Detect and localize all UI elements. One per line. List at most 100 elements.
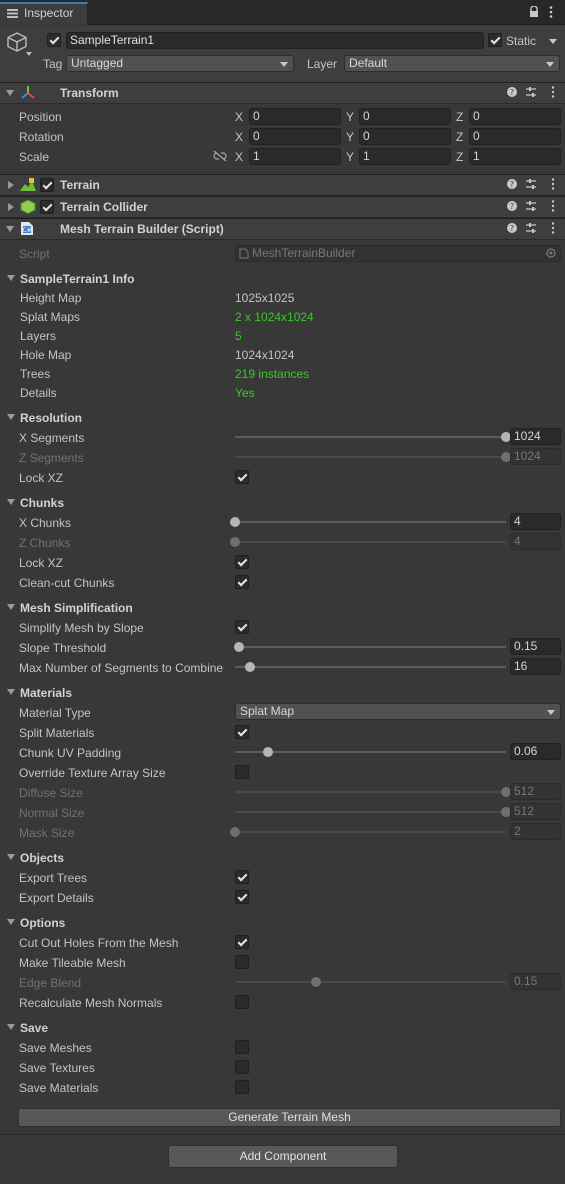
foldout-arrow-icon[interactable] xyxy=(7,919,15,925)
scale-z-field[interactable]: 1 xyxy=(469,148,561,165)
cut-holes-label: Cut Out Holes From the Mesh xyxy=(19,936,179,950)
foldout-arrow-icon[interactable] xyxy=(7,499,15,505)
max-segments-slider-thumb[interactable] xyxy=(244,662,255,672)
position-x-field[interactable]: 0 xyxy=(249,108,341,125)
simplify-checkbox[interactable] xyxy=(235,620,249,634)
max-segments-field[interactable]: 16 xyxy=(510,658,561,675)
uv-padding-slider[interactable] xyxy=(235,751,506,753)
component-header-icons[interactable]: ? xyxy=(506,222,561,234)
normal-size-slider xyxy=(235,811,506,813)
scale-y-field[interactable]: 1 xyxy=(359,148,451,165)
override-size-checkbox[interactable] xyxy=(235,765,249,779)
materials-section-header[interactable]: Materials xyxy=(20,686,72,700)
static-checkbox[interactable] xyxy=(488,33,502,47)
layers-value: 5 xyxy=(235,329,242,343)
position-z-field[interactable]: 0 xyxy=(469,108,561,125)
simplification-section-header[interactable]: Mesh Simplification xyxy=(20,601,133,615)
foldout-arrow-icon[interactable] xyxy=(6,90,14,96)
kebab-menu-icon[interactable] xyxy=(549,6,553,18)
hole-map-value: 1024x1024 xyxy=(235,348,295,362)
chunks-section-header[interactable]: Chunks xyxy=(20,496,64,510)
x-chunks-field[interactable]: 4 xyxy=(510,513,561,530)
foldout-arrow-icon[interactable] xyxy=(6,226,14,232)
component-header-icons[interactable]: ? xyxy=(506,200,561,212)
uv-padding-slider-thumb[interactable] xyxy=(262,747,273,757)
uv-padding-field[interactable]: 0.06 xyxy=(510,743,561,760)
save-materials-checkbox[interactable] xyxy=(235,1080,249,1094)
collider-enabled-checkbox[interactable] xyxy=(40,200,54,214)
slope-threshold-slider-thumb[interactable] xyxy=(234,642,245,652)
gameobject-name-input[interactable]: SampleTerrain1 xyxy=(66,32,484,49)
export-trees-checkbox[interactable] xyxy=(235,870,249,884)
rotation-y-field[interactable]: 0 xyxy=(359,128,451,145)
constrain-proportions-icon[interactable] xyxy=(213,150,227,162)
foldout-arrow-icon[interactable] xyxy=(8,181,14,189)
tab-inspector[interactable]: Inspector xyxy=(0,2,88,25)
foldout-arrow-icon[interactable] xyxy=(7,1024,15,1030)
objects-section-header[interactable]: Objects xyxy=(20,851,64,865)
component-header-icons[interactable]: ? xyxy=(506,178,561,190)
uv-padding-label: Chunk UV Padding xyxy=(19,746,122,760)
chunks-lock-xz-checkbox[interactable] xyxy=(235,555,249,569)
position-y-field[interactable]: 0 xyxy=(359,108,451,125)
save-textures-checkbox[interactable] xyxy=(235,1060,249,1074)
height-map-value: 1025x1025 xyxy=(235,291,295,305)
save-meshes-checkbox[interactable] xyxy=(235,1040,249,1054)
scale-x-field[interactable]: 1 xyxy=(249,148,341,165)
edge-blend-slider xyxy=(235,981,506,983)
foldout-arrow-icon[interactable] xyxy=(7,604,15,610)
slope-threshold-slider[interactable] xyxy=(235,646,506,648)
object-picker-icon[interactable] xyxy=(546,248,556,258)
terrain-enabled-checkbox[interactable] xyxy=(40,178,54,192)
split-materials-checkbox[interactable] xyxy=(235,725,249,739)
mask-size-label: Mask Size xyxy=(19,826,75,840)
active-checkbox[interactable] xyxy=(47,33,61,47)
svg-text:?: ? xyxy=(510,224,514,233)
static-dropdown-arrow[interactable] xyxy=(549,39,557,44)
rotation-x-field[interactable]: 0 xyxy=(249,128,341,145)
diffuse-size-slider xyxy=(235,791,506,793)
resolution-section-header[interactable]: Resolution xyxy=(20,411,82,425)
generate-terrain-mesh-button[interactable]: Generate Terrain Mesh xyxy=(18,1108,561,1127)
foldout-arrow-icon[interactable] xyxy=(7,689,15,695)
component-header-icons[interactable]: ? xyxy=(506,86,561,98)
export-details-checkbox[interactable] xyxy=(235,890,249,904)
svg-text:?: ? xyxy=(510,202,514,211)
height-map-label: Height Map xyxy=(20,291,82,305)
tileable-checkbox[interactable] xyxy=(235,955,249,969)
hole-map-label: Hole Map xyxy=(20,348,72,362)
material-type-dropdown[interactable]: Splat Map xyxy=(235,703,561,720)
lock-icon[interactable] xyxy=(529,6,539,18)
diffuse-size-field: 512 xyxy=(510,783,561,800)
max-segments-slider[interactable] xyxy=(235,666,506,668)
cut-holes-checkbox[interactable] xyxy=(235,935,249,949)
gameobject-cube-icon[interactable] xyxy=(6,31,28,53)
axis-y-label: Y xyxy=(346,130,355,144)
x-chunks-slider[interactable] xyxy=(235,521,506,523)
foldout-arrow-icon[interactable] xyxy=(7,854,15,860)
tag-dropdown[interactable]: Untagged xyxy=(66,55,294,72)
rotation-z-field[interactable]: 0 xyxy=(469,128,561,145)
recalc-normals-checkbox[interactable] xyxy=(235,995,249,1009)
slope-threshold-field[interactable]: 0.15 xyxy=(510,638,561,655)
x-segments-slider[interactable] xyxy=(235,436,506,438)
layer-dropdown[interactable]: Default xyxy=(344,55,560,72)
options-section-header[interactable]: Options xyxy=(20,916,65,930)
save-meshes-label: Save Meshes xyxy=(19,1041,92,1055)
rotation-label: Rotation xyxy=(19,130,64,144)
x-chunks-slider-thumb[interactable] xyxy=(230,517,240,527)
mask-size-slider xyxy=(235,831,506,833)
icon-dropdown-arrow[interactable] xyxy=(26,52,32,56)
add-component-button[interactable]: Add Component xyxy=(168,1145,398,1168)
diffuse-size-label: Diffuse Size xyxy=(19,786,83,800)
foldout-arrow-icon[interactable] xyxy=(7,414,15,420)
clean-cut-checkbox[interactable] xyxy=(235,575,249,589)
info-section-header[interactable]: SampleTerrain1 Info xyxy=(20,272,134,286)
x-segments-field[interactable]: 1024 xyxy=(510,428,561,445)
edge-blend-label: Edge Blend xyxy=(19,976,82,990)
script-object-field[interactable]: MeshTerrainBuilder xyxy=(235,245,561,262)
lock-xz-checkbox[interactable] xyxy=(235,470,249,484)
foldout-arrow-icon[interactable] xyxy=(7,275,15,281)
foldout-arrow-icon[interactable] xyxy=(8,203,14,211)
save-section-header[interactable]: Save xyxy=(20,1021,48,1035)
